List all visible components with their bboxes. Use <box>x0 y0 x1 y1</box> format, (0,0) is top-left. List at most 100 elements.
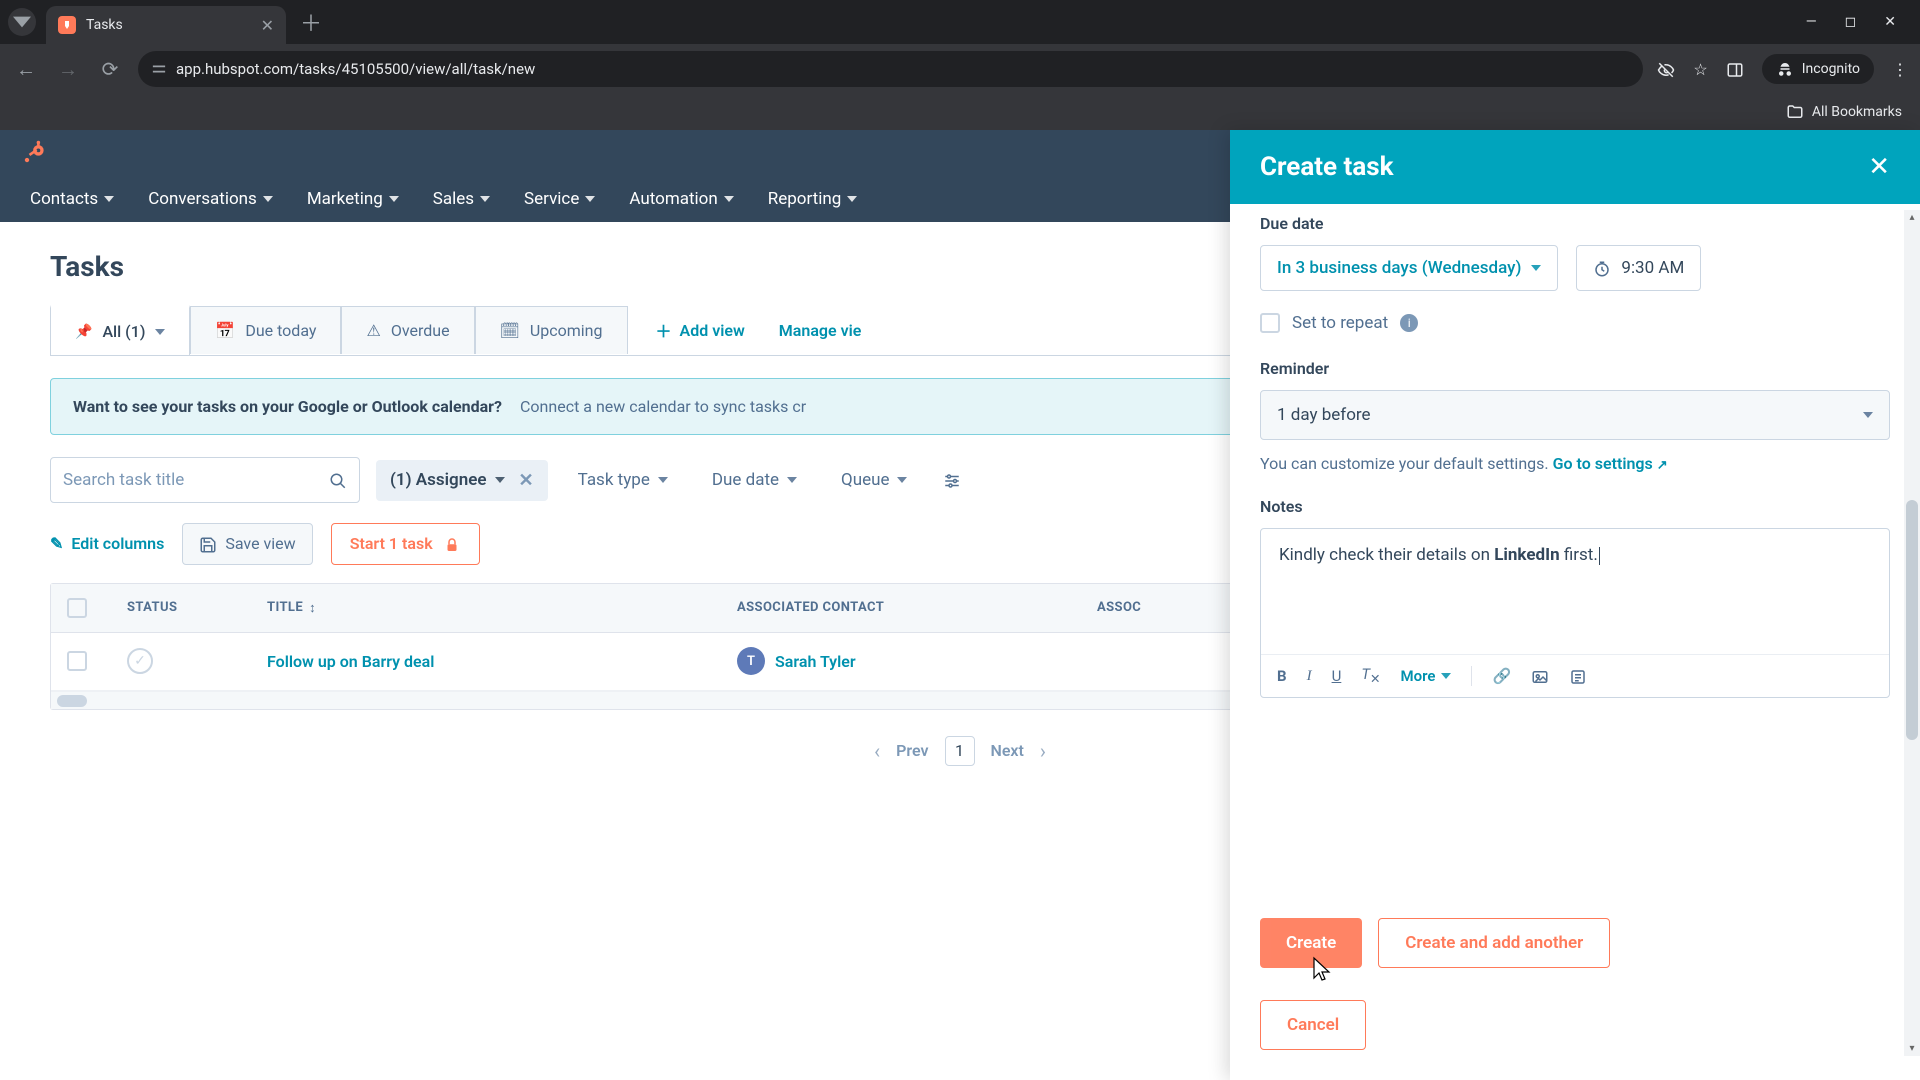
add-view-button[interactable]: ＋ Add view <box>656 318 745 342</box>
next-page-icon[interactable]: › <box>1040 739 1046 763</box>
calendar-forward-icon: 🗓 <box>500 321 520 340</box>
eye-off-icon[interactable] <box>1657 59 1675 79</box>
cancel-button[interactable]: Cancel <box>1260 1000 1366 1050</box>
close-panel-button[interactable]: ✕ <box>1868 152 1890 182</box>
task-title-link[interactable]: Follow up on Barry deal <box>267 652 434 671</box>
chevron-down-icon <box>787 477 797 483</box>
notes-editor[interactable]: Kindly check their details on LinkedIn f… <box>1260 528 1890 698</box>
chevron-down-icon <box>847 196 857 202</box>
italic-button[interactable]: I <box>1307 668 1312 685</box>
scroll-up-icon[interactable]: ▴ <box>1904 212 1920 223</box>
notes-label: Notes <box>1260 497 1890 516</box>
nav-label: Conversations <box>148 189 257 209</box>
close-tab-icon[interactable]: ✕ <box>261 16 274 35</box>
clear-filter-icon[interactable]: ✕ <box>519 470 534 491</box>
panel-title: Create task <box>1260 152 1394 182</box>
side-panel-icon[interactable] <box>1726 59 1744 79</box>
nav-reporting[interactable]: Reporting <box>768 189 858 209</box>
filter-assignee[interactable]: (1) Assignee ✕ <box>376 460 548 501</box>
create-task-panel: Create task ✕ Due date In 3 business day… <box>1230 130 1920 1080</box>
next-page-button[interactable]: Next <box>991 741 1024 760</box>
minimize-icon[interactable]: — <box>1806 14 1817 30</box>
tab-search-button[interactable] <box>8 8 36 36</box>
create-and-add-another-button[interactable]: Create and add another <box>1378 918 1610 968</box>
column-title[interactable]: TITLE ↕ <box>251 584 721 632</box>
column-associated-contact[interactable]: ASSOCIATED CONTACT <box>721 584 1081 632</box>
scrollbar-thumb[interactable] <box>1906 500 1918 740</box>
scroll-down-icon[interactable]: ▾ <box>1904 1043 1920 1054</box>
reminder-label: Reminder <box>1260 359 1890 378</box>
filter-label: (1) Assignee <box>390 470 487 490</box>
toolbar-more-button[interactable]: More <box>1400 667 1451 685</box>
forward-button[interactable]: → <box>54 57 82 82</box>
incognito-indicator[interactable]: Incognito <box>1762 54 1874 84</box>
page-number[interactable]: 1 <box>945 736 975 766</box>
all-bookmarks-link[interactable]: All Bookmarks <box>1812 104 1902 120</box>
filter-label: Task type <box>578 470 650 490</box>
panel-scrollbar[interactable]: ▴ ▾ <box>1904 210 1920 1056</box>
browser-menu-icon[interactable]: ⋮ <box>1892 60 1908 79</box>
tab-overdue[interactable]: ⚠ Overdue <box>341 306 474 354</box>
create-button[interactable]: Create <box>1260 918 1362 968</box>
prev-page-button[interactable]: Prev <box>896 741 928 760</box>
clear-format-button[interactable]: T✕ <box>1361 665 1380 687</box>
nav-automation[interactable]: Automation <box>629 189 733 209</box>
tab-due-today[interactable]: 📅 Due today <box>190 306 341 354</box>
back-button[interactable]: ← <box>12 57 40 82</box>
pencil-icon: ✎ <box>50 534 63 553</box>
filter-due-date[interactable]: Due date <box>698 460 811 500</box>
maximize-icon[interactable]: ◻ <box>1845 14 1857 30</box>
select-all-checkbox[interactable] <box>67 598 87 618</box>
browser-tab[interactable]: Tasks ✕ <box>46 6 286 44</box>
due-time-value: 9:30 AM <box>1621 258 1684 278</box>
reminder-select[interactable]: 1 day before <box>1260 390 1890 440</box>
edit-columns-button[interactable]: ✎ Edit columns <box>50 534 164 553</box>
hubspot-logo-icon[interactable] <box>20 139 48 167</box>
bookmark-star-icon[interactable]: ☆ <box>1693 60 1707 79</box>
filter-label: Queue <box>841 470 889 490</box>
notes-content[interactable]: Kindly check their details on LinkedIn f… <box>1261 529 1889 654</box>
nav-conversations[interactable]: Conversations <box>148 189 273 209</box>
contact-link[interactable]: Sarah Tyler <box>775 652 856 671</box>
bold-button[interactable]: B <box>1277 667 1287 685</box>
filter-queue[interactable]: Queue <box>827 460 921 500</box>
insert-snippet-button[interactable] <box>1569 666 1587 685</box>
prev-page-icon[interactable]: ‹ <box>874 739 880 763</box>
manage-views-link[interactable]: Manage vie <box>779 321 862 340</box>
insert-image-button[interactable] <box>1531 666 1549 685</box>
more-filters-icon[interactable] <box>943 470 961 490</box>
column-status[interactable]: STATUS <box>111 584 251 632</box>
plus-icon: ＋ <box>656 318 672 342</box>
go-to-settings-link[interactable]: Go to settings ↗ <box>1553 454 1668 473</box>
nav-label: Reporting <box>768 189 842 209</box>
nav-marketing[interactable]: Marketing <box>307 189 399 209</box>
due-date-select[interactable]: In 3 business days (Wednesday) <box>1260 245 1558 291</box>
start-task-button[interactable]: Start 1 task <box>331 523 480 565</box>
info-icon[interactable]: i <box>1400 314 1418 332</box>
nav-service[interactable]: Service <box>524 189 595 209</box>
due-date-label: Due date <box>1260 214 1890 233</box>
insert-link-button[interactable]: 🔗 <box>1492 667 1511 685</box>
tab-all[interactable]: 📌 All (1) <box>50 305 190 355</box>
due-time-select[interactable]: 9:30 AM <box>1576 245 1701 291</box>
calendar-icon: 📅 <box>215 321 235 340</box>
nav-sales[interactable]: Sales <box>433 189 490 209</box>
tab-upcoming[interactable]: 🗓 Upcoming <box>475 306 628 354</box>
new-tab-button[interactable]: ＋ <box>300 6 322 38</box>
reload-button[interactable]: ⟳ <box>96 57 124 81</box>
nav-contacts[interactable]: Contacts <box>30 189 114 209</box>
row-checkbox[interactable] <box>67 651 87 671</box>
nav-label: Automation <box>629 189 717 209</box>
address-bar[interactable]: app.hubspot.com/tasks/45105500/view/all/… <box>138 51 1643 87</box>
site-info-icon <box>152 62 166 76</box>
repeat-checkbox[interactable] <box>1260 313 1280 333</box>
status-toggle[interactable]: ✓ <box>127 648 153 674</box>
save-view-button[interactable]: Save view <box>182 523 312 565</box>
save-view-label: Save view <box>225 534 295 553</box>
close-window-icon[interactable]: ✕ <box>1884 14 1896 30</box>
edit-columns-label: Edit columns <box>71 534 164 553</box>
filter-task-type[interactable]: Task type <box>564 460 682 500</box>
manage-views-label: Manage vie <box>779 321 862 340</box>
search-input[interactable]: Search task title <box>50 457 360 503</box>
underline-button[interactable]: U <box>1332 667 1342 685</box>
